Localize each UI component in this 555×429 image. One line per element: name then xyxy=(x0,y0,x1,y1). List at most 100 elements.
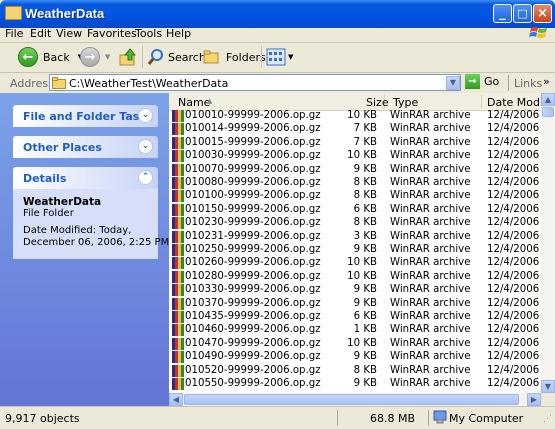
file-row[interactable]: 010230-99999-2006.op.gz 8 KB WinRAR archiv… xyxy=(169,217,541,230)
menu-tools[interactable]: Tools xyxy=(135,27,162,40)
file-row[interactable]: 010470-99999-2006.op.gz 10 KB WinRAR archi… xyxy=(169,337,541,351)
minimize-button[interactable]: _ xyxy=(493,4,512,23)
status-size: 68.8 MB xyxy=(370,412,416,425)
file-folder-tasks-header[interactable]: File and Folder Tasks ⌄ xyxy=(13,105,158,127)
file-row[interactable]: 010030-99999-2006.op.gz 10 KB WinRAR archi… xyxy=(169,150,541,163)
status-object-count: 9,917 objects xyxy=(5,412,80,425)
file-size: 8 KB xyxy=(353,364,377,376)
column-type[interactable]: Type xyxy=(393,96,418,109)
file-row[interactable]: 010070-99999-2006.op.gz 9 KB WinRAR archiv… xyxy=(169,163,541,177)
file-row[interactable]: 010520-99999-2006.op.gz 8 KB WinRAR archiv… xyxy=(169,364,541,378)
dropdown-arrow-icon[interactable]: ▼ xyxy=(288,53,293,61)
chevron-down-icon[interactable]: ⌄ xyxy=(138,139,153,154)
maximize-button[interactable]: □ xyxy=(513,4,532,23)
file-type: WinRAR archive xyxy=(390,177,471,188)
go-button[interactable]: → Go xyxy=(465,74,499,89)
toolbar-separator xyxy=(142,46,143,68)
chevron-down-icon[interactable]: ⌄ xyxy=(138,108,153,123)
winrar-archive-icon xyxy=(172,270,184,283)
file-row[interactable]: 010250-99999-2006.op.gz 9 KB WinRAR archiv… xyxy=(169,244,541,257)
links-button[interactable]: Links xyxy=(514,77,542,90)
column-divider[interactable] xyxy=(481,95,482,108)
toolbar: ← Back ▼ → ▼ Search Folders ▼ xyxy=(0,42,555,73)
folder-icon xyxy=(52,77,66,89)
file-row[interactable]: 010435-99999-2006.op.gz 6 KB WinRAR archiv… xyxy=(169,311,541,324)
scroll-down-icon[interactable]: ▼ xyxy=(541,380,555,393)
file-name: 010230-99999-2006.op.gz xyxy=(185,217,321,229)
file-row[interactable]: 010010-99999-2006.op.gz 10 KB WinRAR archi… xyxy=(169,110,541,123)
winrar-archive-icon xyxy=(172,337,184,350)
details-name: WeatherData xyxy=(23,196,102,208)
dropdown-arrow-icon[interactable]: ▼ xyxy=(105,53,110,61)
file-row[interactable]: 010150-99999-2006.op.gz 6 KB WinRAR archiv… xyxy=(169,203,541,217)
up-folder-button[interactable] xyxy=(118,46,138,68)
scroll-right-icon[interactable]: ▶ xyxy=(527,393,541,406)
window-title: WeatherData xyxy=(25,6,105,21)
file-date: 12/4/2006 5:2 xyxy=(487,351,541,363)
other-places-header[interactable]: Other Places ⌄ xyxy=(13,136,158,158)
vertical-scroll-thumb[interactable] xyxy=(542,107,554,117)
column-header: Name ▲ Size Type Date Modified xyxy=(169,93,555,111)
file-type: WinRAR archive xyxy=(390,364,471,376)
file-name: 010250-99999-2006.op.gz xyxy=(185,244,321,255)
back-label: Back xyxy=(43,50,70,64)
address-field[interactable]: C:\WeatherTest\WeatherData ▼ xyxy=(49,74,461,91)
menu-file[interactable]: File xyxy=(5,27,23,40)
views-button[interactable]: ▼ xyxy=(266,46,293,68)
file-row[interactable]: 010014-99999-2006.op.gz 7 KB WinRAR archiv… xyxy=(169,123,541,136)
horizontal-scrollbar[interactable]: ◀ ▶ xyxy=(169,393,541,406)
forward-button[interactable]: → ▼ xyxy=(80,46,110,68)
winrar-archive-icon xyxy=(172,110,184,122)
resize-grip-icon[interactable]: ⋰ xyxy=(543,414,552,424)
links-separator xyxy=(508,75,509,91)
chevron-up-icon[interactable]: ⌃ xyxy=(138,170,153,185)
close-button[interactable]: × xyxy=(533,4,552,23)
back-button[interactable]: ← Back ▼ xyxy=(18,46,83,68)
go-arrow-icon: → xyxy=(465,74,480,89)
menu-edit[interactable]: Edit xyxy=(30,27,51,40)
search-button[interactable]: Search xyxy=(147,46,206,68)
column-name[interactable]: Name xyxy=(178,96,210,109)
winrar-archive-icon xyxy=(172,136,184,149)
horizontal-scroll-thumb[interactable] xyxy=(184,394,519,405)
menu-favorites[interactable]: Favorites xyxy=(87,27,137,40)
vertical-scrollbar[interactable]: ▲ ▼ xyxy=(541,93,555,393)
file-size: 10 KB xyxy=(347,337,377,349)
column-size[interactable]: Size xyxy=(366,96,389,109)
file-row[interactable]: 010550-99999-2006.op.gz 9 KB WinRAR archiv… xyxy=(169,378,541,391)
file-row[interactable]: 010280-99999-2006.op.gz 10 KB WinRAR archi… xyxy=(169,270,541,284)
file-row[interactable]: 010370-99999-2006.op.gz 9 KB WinRAR archiv… xyxy=(169,297,541,311)
details-header[interactable]: Details ⌃ xyxy=(13,167,158,189)
file-date: 12/4/2006 5:2 xyxy=(487,257,541,269)
status-bar: 9,917 objects 68.8 MB My Computer ⋰ xyxy=(0,406,555,429)
file-row[interactable]: 010080-99999-2006.op.gz 8 KB WinRAR archiv… xyxy=(169,177,541,190)
file-row[interactable]: 010100-99999-2006.op.gz 8 KB WinRAR archiv… xyxy=(169,190,541,203)
menu-view[interactable]: View xyxy=(56,27,82,40)
file-row[interactable]: 010490-99999-2006.op.gz 9 KB WinRAR archiv… xyxy=(169,351,541,364)
file-row[interactable]: 010015-99999-2006.op.gz 7 KB WinRAR archiv… xyxy=(169,136,541,150)
file-type: WinRAR archive xyxy=(390,311,471,322)
address-dropdown-icon[interactable]: ▼ xyxy=(446,76,460,90)
file-name: 010520-99999-2006.op.gz xyxy=(185,364,321,376)
file-row[interactable]: 010231-99999-2006.op.gz 3 KB WinRAR archiv… xyxy=(169,230,541,244)
file-date: 12/4/2006 5:2 xyxy=(487,324,541,336)
status-separator xyxy=(337,410,338,426)
winrar-archive-icon xyxy=(172,284,184,297)
file-name: 010150-99999-2006.op.gz xyxy=(185,203,321,215)
winrar-archive-icon xyxy=(172,297,184,310)
toolbar-separator xyxy=(261,46,262,68)
status-separator xyxy=(428,410,429,426)
file-row[interactable]: 010460-99999-2006.op.gz 1 KB WinRAR archiv… xyxy=(169,324,541,337)
winrar-archive-icon xyxy=(172,230,184,243)
menu-help[interactable]: Help xyxy=(166,27,191,40)
chevron-right-icon[interactable]: » xyxy=(543,75,550,88)
folders-button[interactable]: Folders xyxy=(203,46,266,68)
file-name: 010370-99999-2006.op.gz xyxy=(185,297,321,309)
file-type: WinRAR archive xyxy=(390,150,471,162)
address-bar: Address C:\WeatherTest\WeatherData ▼ → G… xyxy=(0,73,555,94)
scroll-left-icon[interactable]: ◀ xyxy=(169,393,183,406)
file-row[interactable]: 010330-99999-2006.op.gz 9 KB WinRAR archiv… xyxy=(169,284,541,297)
file-row[interactable]: 010260-99999-2006.op.gz 10 KB WinRAR archi… xyxy=(169,257,541,270)
scroll-up-icon[interactable]: ▲ xyxy=(541,93,555,106)
address-path: C:\WeatherTest\WeatherData xyxy=(69,77,229,90)
